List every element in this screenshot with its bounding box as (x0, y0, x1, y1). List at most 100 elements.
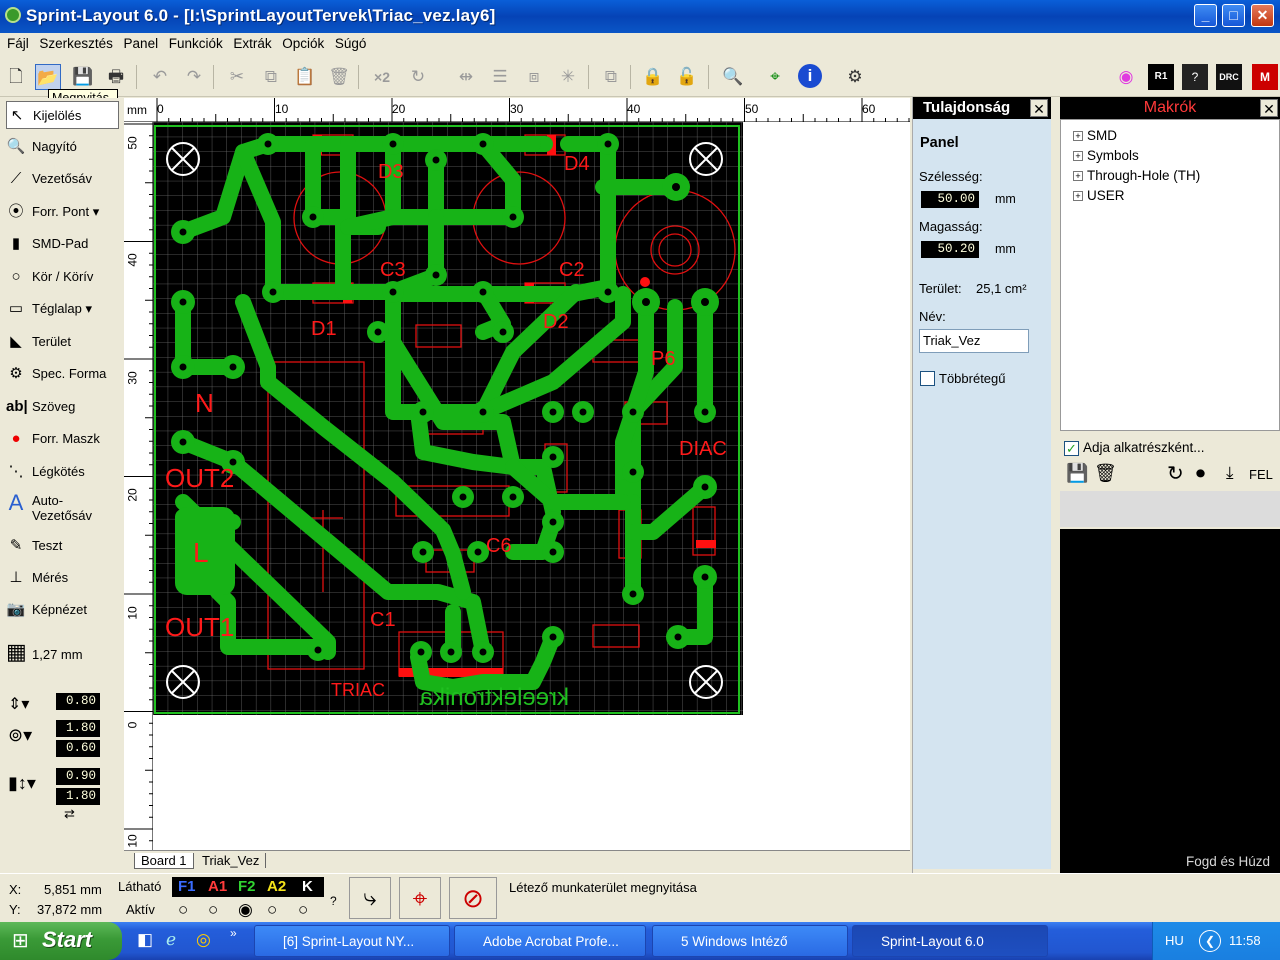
tool-measure[interactable]: ⊥ Mérés (6, 564, 119, 592)
menu-file[interactable]: Fájl (0, 33, 29, 51)
task-explorer[interactable]: 5 Windows Intéző (652, 925, 848, 957)
save-icon[interactable]: 💾 (70, 64, 96, 90)
menu-help[interactable]: Súgó (328, 33, 367, 51)
unlock-icon[interactable]: 🔓 (674, 64, 700, 90)
menu-panel[interactable]: Panel (117, 33, 159, 51)
layer-f1[interactable]: F1 (178, 878, 196, 895)
snap-icon[interactable]: ✳ (555, 64, 581, 90)
redo-icon[interactable]: ↷ (181, 64, 207, 90)
layer-k[interactable]: K (302, 878, 313, 895)
cut-icon[interactable]: ✂ (224, 64, 250, 90)
minimize-button[interactable]: _ (1194, 4, 1217, 27)
snap-tool-icon[interactable]: ⤷ (349, 877, 391, 919)
record-icon[interactable]: ⏺ (1196, 463, 1205, 484)
tool-solder-mask[interactable]: ● Forr. Maszk (6, 425, 119, 453)
photo-view-icon[interactable]: ◉ (1113, 64, 1139, 90)
mirror-icon[interactable]: ⇹ (453, 64, 479, 90)
tool-circle[interactable]: ○ Kör / Körív (6, 263, 119, 291)
zoom-icon[interactable]: 🔍 (720, 64, 746, 90)
pad-outer-field[interactable]: 1.80 (56, 720, 100, 737)
tool-autoroute[interactable]: A Auto-Vezetősáv (6, 491, 119, 525)
copy-icon[interactable]: ⧉ (258, 64, 284, 90)
menu-extras[interactable]: Extrák (226, 33, 271, 51)
tray-expand-icon[interactable]: ❮ (1199, 930, 1221, 952)
expand-icon[interactable]: + (1073, 151, 1083, 162)
drc-icon[interactable]: DRC (1216, 64, 1242, 90)
tab-board-1[interactable]: Board 1 (134, 853, 194, 869)
rubberband-icon[interactable]: ⊘ (449, 877, 497, 919)
tool-test[interactable]: ✎ Teszt (6, 532, 119, 560)
tree-node-symbols[interactable]: + Symbols (1073, 148, 1139, 163)
expand-icon[interactable]: + (1073, 191, 1083, 202)
quicklaunch-more-icon[interactable]: » (230, 926, 237, 940)
duplicate-icon[interactable]: ×2 (369, 64, 395, 90)
height-field[interactable]: 50.20 (921, 241, 979, 258)
group-icon[interactable]: ⧈ (521, 64, 547, 90)
tool-select[interactable]: ↖ Kijelölés (6, 101, 119, 129)
name-input[interactable]: Triak_Vez (919, 329, 1029, 353)
radio-active-f1[interactable]: ○ (178, 900, 188, 920)
tree-node-user[interactable]: + USER (1073, 188, 1125, 203)
tool-rectangle[interactable]: ▭ Téglalap ▾ (6, 295, 119, 323)
help-mark[interactable]: ? (330, 894, 337, 908)
delete-icon[interactable]: 🗑 (326, 64, 352, 90)
pcb-board[interactable]: D3 D4 C3 C2 D1 D2 P6 N OUT2 DIAC L C6 OU… (153, 122, 743, 715)
quicklaunch-chrome-icon[interactable]: ◎ (196, 930, 211, 950)
quicklaunch-desktop-icon[interactable]: ◧ (137, 930, 153, 950)
tool-smd-pad[interactable]: ▮ SMD-Pad (6, 230, 119, 258)
menu-functions[interactable]: Funkciók (162, 33, 223, 51)
language-indicator[interactable]: HU (1165, 933, 1184, 948)
tree-node-through-hole[interactable]: + Through-Hole (TH) (1073, 168, 1200, 183)
task-acrobat[interactable]: Adobe Acrobat Profe... (454, 925, 646, 957)
layer-a2[interactable]: A2 (267, 878, 286, 895)
close-button[interactable]: ✕ (1251, 4, 1274, 27)
layers-icon[interactable]: ⧉ (598, 64, 624, 90)
menu-edit[interactable]: Szerkesztés (32, 33, 113, 51)
up-button[interactable]: FEL (1249, 467, 1273, 482)
properties-close-button[interactable]: ✕ (1030, 99, 1048, 117)
open-icon[interactable]: 📂 (35, 64, 61, 90)
info-icon[interactable]: i (798, 64, 822, 88)
tool-zone[interactable]: ◣ Terület (6, 328, 119, 356)
maximize-button[interactable]: □ (1222, 4, 1245, 27)
tool-track[interactable]: ⟋ Vezetősáv (6, 165, 119, 193)
menu-options[interactable]: Opciók (275, 33, 324, 51)
paste-icon[interactable]: 📋 (292, 64, 318, 90)
tool-text[interactable]: ab| Szöveg (6, 393, 119, 421)
print-icon[interactable]: 🖶 (103, 64, 129, 90)
undo-icon[interactable]: ↶ (147, 64, 173, 90)
crosshair-icon[interactable]: ⌖ (399, 877, 441, 919)
zoom-fit-icon[interactable]: ⌖ (762, 64, 788, 90)
tool-special-form[interactable]: ⚙ Spec. Forma (6, 360, 119, 388)
quicklaunch-ie-icon[interactable]: ℯ (166, 930, 176, 950)
new-icon[interactable]: 🗋 (3, 64, 29, 90)
task-chrome[interactable]: [6] Sprint-Layout NY... (254, 925, 450, 957)
r1-icon[interactable]: R1 (1148, 64, 1174, 90)
macros-close-button[interactable]: ✕ (1260, 99, 1278, 117)
radio-active-f2[interactable]: ◉ (238, 900, 253, 920)
tab-triak-vez[interactable]: Triak_Vez (196, 853, 267, 868)
gerber-icon[interactable]: ⚙ (842, 64, 868, 90)
tool-zoom[interactable]: 🔍 Nagyító (6, 133, 119, 161)
width-field[interactable]: 50.00 (921, 191, 979, 208)
multilayer-checkbox[interactable] (920, 371, 935, 386)
radio-active-a2[interactable]: ○ (267, 900, 277, 920)
tool-photoview[interactable]: 📷 Képnézet (6, 596, 119, 624)
radio-active-a1[interactable]: ○ (208, 900, 218, 920)
save-macro-icon[interactable]: 💾 (1066, 463, 1088, 484)
help-component-icon[interactable]: ? (1182, 64, 1208, 90)
swap-icon[interactable]: ⇄ (64, 806, 75, 822)
upload-icon[interactable]: ⤓ (1226, 463, 1234, 483)
tool-pad[interactable]: ⦿ Forr. Pont ▾ (6, 198, 119, 226)
lock-icon[interactable]: 🔒 (640, 64, 666, 90)
smd-height-field[interactable]: 1.80 (56, 788, 100, 805)
grid-selector[interactable]: ▦ 1,27 mm (6, 638, 119, 666)
refresh-icon[interactable]: ↻ (1167, 461, 1184, 486)
pad-inner-field[interactable]: 0.60 (56, 740, 100, 757)
expand-icon[interactable]: + (1073, 171, 1083, 182)
macro-icon[interactable]: M (1252, 64, 1278, 90)
expand-icon[interactable]: + (1073, 131, 1083, 142)
add-as-component-checkbox[interactable]: ✓ (1064, 441, 1079, 456)
smd-width-field[interactable]: 0.90 (56, 768, 100, 785)
layer-a1[interactable]: A1 (208, 878, 227, 895)
